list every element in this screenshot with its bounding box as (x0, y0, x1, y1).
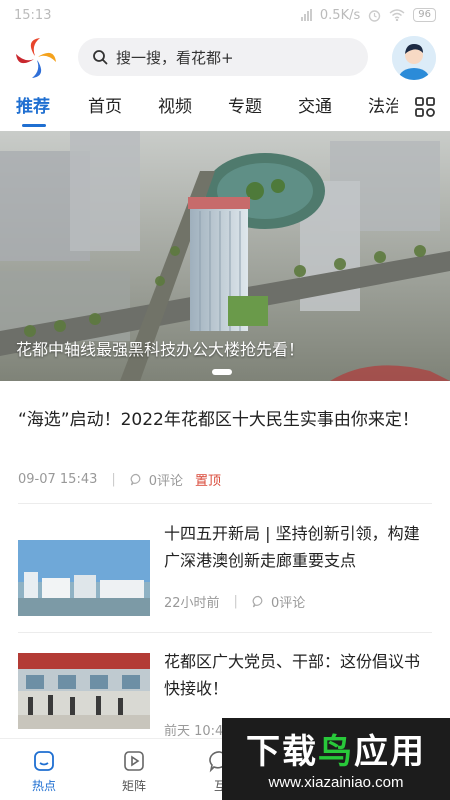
news-thumbnail (18, 653, 150, 729)
watermark-title: 下载鸟应用 (246, 732, 426, 772)
comment-icon (130, 473, 141, 486)
pinned-article-meta: 09-07 15:43 | 0评论 置顶 (18, 470, 222, 489)
divider (18, 632, 432, 633)
home-icon (34, 751, 54, 771)
active-tab-indicator (22, 124, 46, 127)
tab-video[interactable]: 视频 (158, 92, 192, 117)
search-input[interactable]: 搜一搜，看花都+ (78, 38, 368, 76)
tab-home[interactable]: 首页 (88, 92, 122, 117)
news-thumbnail (18, 540, 150, 616)
news-title: 十四五开新局 | 坚持创新引领，构建广深港澳创新走廊重要支点 (164, 524, 420, 570)
news-time: 前天 10:4 (164, 724, 224, 739)
alarm-icon (369, 9, 381, 22)
news-title: 花都区广大党员、干部：这份倡议书快接收！ (164, 652, 421, 698)
app-logo-icon[interactable] (14, 36, 58, 80)
nav-matrix[interactable]: 矩阵 (104, 749, 164, 794)
comment-icon (252, 595, 263, 608)
pinned-article-title[interactable]: “海选”启动！2022年花都区十大民生实事由你来定！ (18, 407, 428, 434)
comment-count[interactable]: 0评论 (271, 592, 305, 611)
tab-topics[interactable]: 专题 (228, 92, 262, 117)
network-speed: 0.5K/s (319, 7, 361, 23)
search-placeholder: 搜一搜，看花都+ (116, 48, 234, 67)
search-icon (93, 50, 108, 65)
watermark: 下载鸟应用 www.xiazainiao.com (222, 718, 450, 800)
top-bar: 搜一搜，看花都+ (0, 32, 450, 82)
status-bar: 15:13 0.5K/s 96 (0, 0, 450, 30)
news-time: 22小时前 (164, 596, 220, 611)
avatar[interactable] (392, 36, 436, 80)
carousel-indicator (212, 369, 232, 375)
pinned-badge: 置顶 (195, 474, 222, 489)
wifi-icon (389, 9, 405, 21)
signal-icon (300, 9, 312, 21)
channel-grid-icon[interactable] (414, 96, 436, 118)
battery-indicator: 96 (413, 8, 436, 22)
nav-hot-label: 热点 (31, 779, 56, 793)
article-date: 09-07 15:43 (18, 472, 98, 487)
nav-hot[interactable]: 热点 (14, 749, 74, 794)
play-icon (124, 751, 144, 771)
status-time: 15:13 (14, 7, 52, 23)
featured-banner[interactable]: 花都中轴线最强黑科技办公大楼抢先看！ (0, 131, 450, 381)
banner-caption: 花都中轴线最强黑科技办公大楼抢先看！ (16, 340, 305, 359)
watermark-url: www.xiazainiao.com (268, 774, 404, 791)
comment-count[interactable]: 0评论 (149, 470, 183, 489)
divider (18, 503, 432, 504)
tab-traffic[interactable]: 交通 (298, 92, 332, 117)
category-tabs: 推荐 首页 视频 专题 交通 法治 (0, 88, 450, 127)
tab-recommend[interactable]: 推荐 (16, 92, 50, 117)
tab-law[interactable]: 法治 (368, 92, 398, 117)
nav-matrix-label: 矩阵 (121, 779, 146, 793)
